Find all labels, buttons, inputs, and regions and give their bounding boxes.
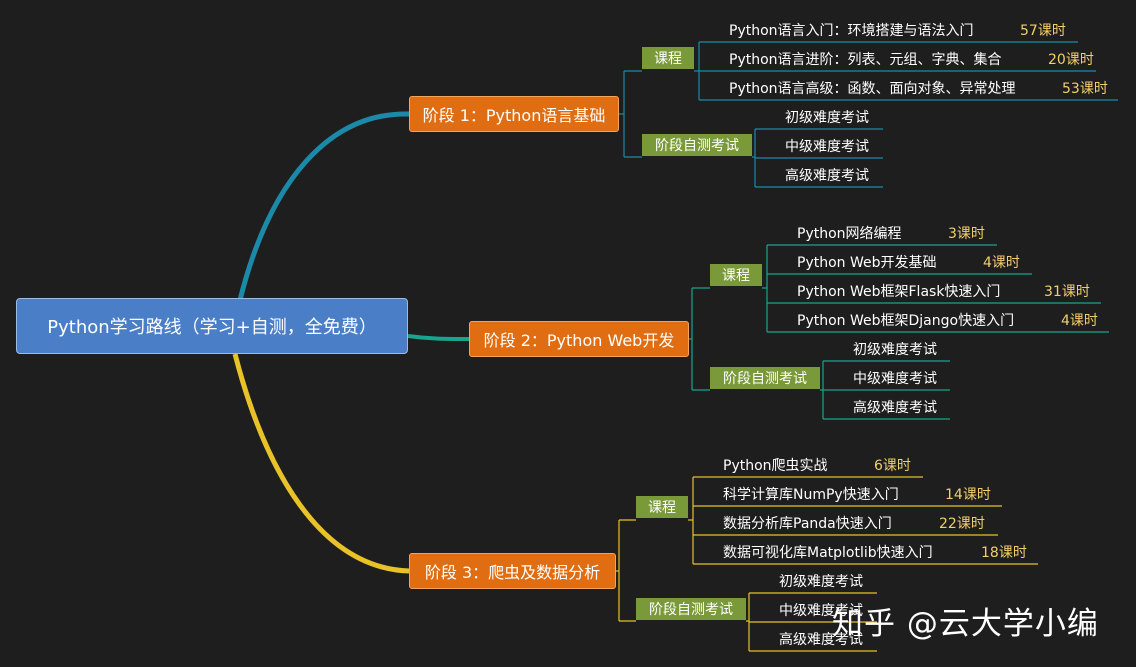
- stage-3-course-tag: 课程: [636, 496, 688, 518]
- course-item: Python爬虫实战: [723, 458, 828, 474]
- stage-2-exam-tag: 阶段自测考试: [710, 367, 820, 389]
- stage-2-course-tag: 课程: [710, 264, 762, 286]
- course-item: Python网络编程: [797, 226, 902, 242]
- watermark: 知乎 @云大学小编: [832, 606, 1099, 642]
- course-item: Python Web开发基础: [797, 255, 937, 271]
- connector-root-stage-3: [232, 353, 410, 574]
- connector-root-stage-2: [407, 334, 470, 341]
- course-item: 科学计算库NumPy快速入门: [723, 487, 899, 503]
- course-hours: 53课时: [1062, 81, 1108, 97]
- course-item: Python语言入门：环境搭建与语法入门: [729, 23, 974, 39]
- exam-item: 中级难度考试: [853, 371, 937, 387]
- course-hours: 22课时: [939, 516, 985, 532]
- course-hours: 14课时: [945, 487, 991, 503]
- exam-item: 初级难度考试: [853, 342, 937, 358]
- stage-3-exam-tag: 阶段自测考试: [636, 598, 746, 620]
- stage-2-node: 阶段 2：Python Web开发: [469, 321, 689, 357]
- course-item: 数据可视化库Matplotlib快速入门: [723, 545, 933, 561]
- stage-1-exam-tag: 阶段自测考试: [642, 134, 752, 156]
- stage-1-course-tag: 课程: [642, 47, 694, 69]
- course-item: Python语言高级：函数、面向对象、异常处理: [729, 81, 1016, 97]
- exam-item: 初级难度考试: [785, 110, 869, 126]
- course-item: Python Web框架Django快速入门: [797, 313, 1015, 329]
- course-item: Python语言进阶：列表、元组、字典、集合: [729, 52, 1002, 68]
- connector-root-stage-1: [237, 111, 410, 301]
- course-item: Python Web框架Flask快速入门: [797, 284, 1001, 300]
- exam-item: 高级难度考试: [785, 168, 869, 184]
- exam-item: 高级难度考试: [853, 400, 937, 416]
- course-hours: 18课时: [981, 545, 1027, 561]
- course-hours: 31课时: [1044, 284, 1090, 300]
- course-hours: 3课时: [948, 226, 985, 242]
- exam-item: 初级难度考试: [779, 574, 863, 590]
- course-hours: 4课时: [983, 255, 1020, 271]
- course-hours: 20课时: [1048, 52, 1094, 68]
- stage-1-node: 阶段 1：Python语言基础: [409, 96, 619, 132]
- course-hours: 6课时: [874, 458, 911, 474]
- course-item: 数据分析库Panda快速入门: [723, 516, 892, 532]
- root-node: Python学习路线（学习+自测，全免费）: [16, 298, 408, 354]
- course-hours: 57课时: [1020, 23, 1066, 39]
- stage-3-node: 阶段 3：爬虫及数据分析: [409, 553, 616, 589]
- exam-item: 中级难度考试: [785, 139, 869, 155]
- course-hours: 4课时: [1061, 313, 1098, 329]
